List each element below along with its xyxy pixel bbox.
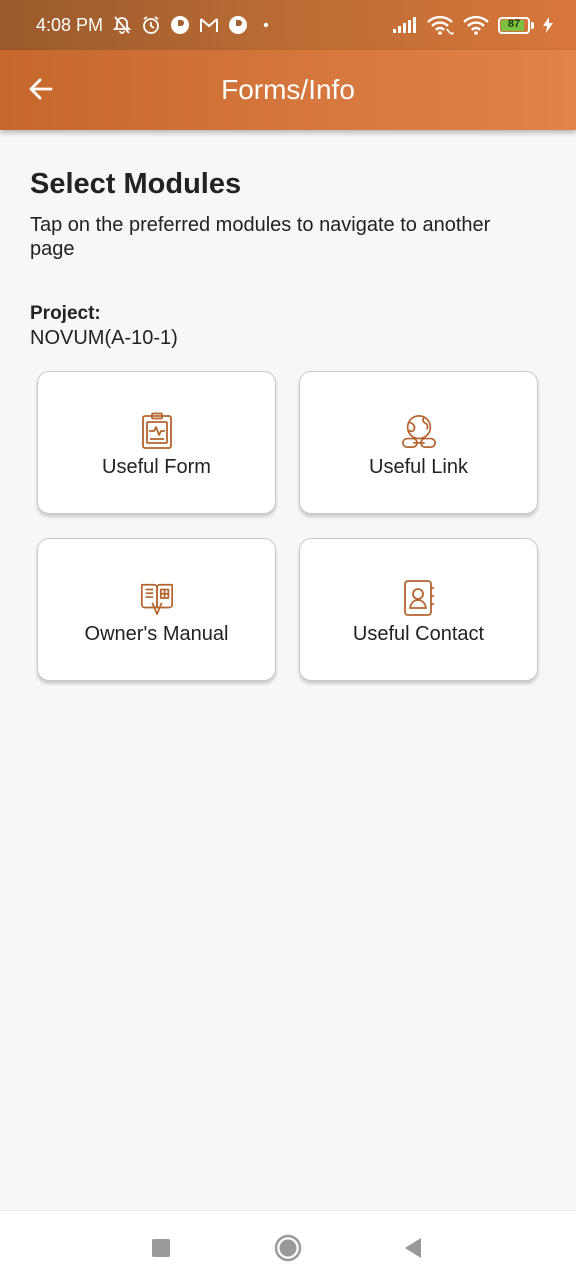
page-title: Select Modules: [30, 168, 242, 200]
module-intro: Select Modules Tap on the preferred modu…: [30, 168, 550, 261]
page-header-title: Forms/Info: [221, 74, 355, 105]
app-notification-icon: [228, 15, 248, 35]
contact-book-icon: [401, 579, 437, 617]
project-value: NOVUM(A-10-1): [30, 327, 178, 349]
alarm-icon: [141, 15, 161, 35]
module-useful-link[interactable]: Useful Link: [299, 371, 538, 514]
module-useful-form[interactable]: Useful Form: [37, 371, 276, 514]
home-circle-icon: [274, 1234, 302, 1262]
app-notification-icon: [170, 15, 190, 35]
home-button[interactable]: [273, 1233, 303, 1263]
mute-icon: [112, 15, 132, 35]
charging-icon: [542, 16, 554, 34]
battery-level: 87: [507, 17, 521, 30]
signal-icon: [392, 16, 418, 34]
module-label: Owner's Manual: [84, 623, 229, 645]
battery-icon: 87: [498, 16, 534, 34]
back-nav-button[interactable]: [398, 1233, 428, 1263]
module-label: Useful Link: [369, 456, 468, 478]
page-subtitle: Tap on the preferred modules to navigate…: [30, 214, 491, 260]
clipboard-form-icon: [139, 412, 175, 450]
system-nav-bar: [0, 1210, 576, 1280]
recents-button[interactable]: [146, 1233, 176, 1263]
status-bar: 4:08 PM 87: [0, 0, 576, 50]
open-book-manual-icon: [139, 579, 175, 617]
wifi-calling-icon: [426, 14, 454, 36]
back-triangle-icon: [405, 1238, 421, 1258]
module-owners-manual[interactable]: Owner's Manual: [37, 538, 276, 681]
module-label: Useful Contact: [352, 623, 485, 645]
dot-icon: [263, 22, 269, 28]
app-bar: Forms/Info: [0, 50, 576, 130]
status-left: 4:08 PM: [36, 15, 269, 36]
recents-square-icon: [152, 1239, 170, 1257]
module-label: Useful Form: [102, 456, 211, 478]
status-time: 4:08 PM: [36, 14, 104, 35]
project-label: Project:: [30, 303, 101, 324]
module-useful-contact[interactable]: Useful Contact: [299, 538, 538, 681]
globe-link-icon: [401, 412, 437, 450]
arrow-left-icon: [29, 78, 53, 100]
status-right: 87: [392, 14, 554, 36]
back-button[interactable]: [26, 74, 56, 104]
wifi-icon: [462, 14, 490, 36]
gmail-icon: [199, 16, 219, 34]
